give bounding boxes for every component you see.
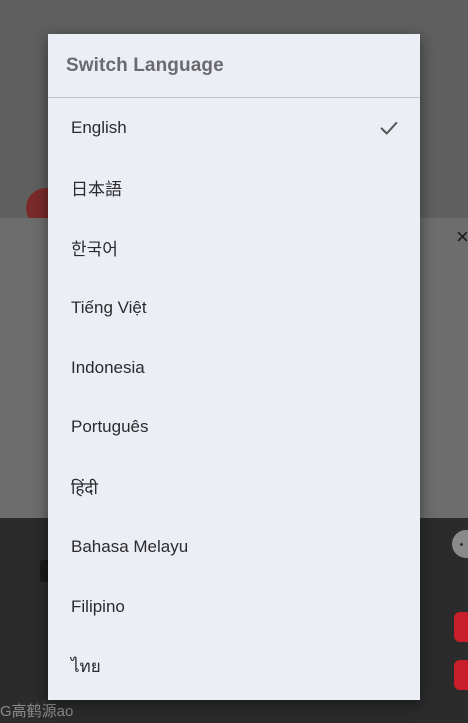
background-app-icon: [454, 612, 468, 642]
language-option-filipino[interactable]: Filipino: [48, 577, 420, 637]
language-label: Tiếng Việt: [71, 297, 147, 317]
language-label: Indonesia: [71, 357, 145, 377]
checkmark-icon: [380, 121, 398, 135]
language-label: Filipino: [71, 597, 125, 617]
switch-language-dialog: Switch Language English 日本語 한국어 Tiếng Vi…: [48, 34, 420, 700]
language-option-english[interactable]: English: [48, 98, 420, 158]
background-close-icon: ×: [456, 226, 468, 248]
background-app-icon: [454, 660, 468, 690]
language-option-hindi[interactable]: हिंदी: [48, 457, 420, 517]
dialog-header: Switch Language: [48, 34, 420, 98]
language-list: English 日本語 한국어 Tiếng Việt Indonesia Por…: [48, 98, 420, 697]
dialog-title: Switch Language: [66, 54, 224, 76]
language-option-malay[interactable]: Bahasa Melayu: [48, 517, 420, 577]
language-option-japanese[interactable]: 日本語: [48, 158, 420, 218]
language-label: ไทย: [71, 657, 101, 677]
language-label: 한국어: [71, 240, 118, 260]
language-label: Português: [71, 417, 149, 437]
language-option-thai[interactable]: ไทย: [48, 637, 420, 697]
language-label: 日本語: [71, 180, 122, 200]
language-option-portuguese[interactable]: Português: [48, 397, 420, 457]
language-label: हिंदी: [71, 478, 98, 498]
language-label: Bahasa Melayu: [71, 537, 189, 557]
language-label: English: [71, 117, 127, 137]
language-option-korean[interactable]: 한국어: [48, 218, 420, 278]
language-option-vietnamese[interactable]: Tiếng Việt: [48, 278, 420, 338]
background-caption: G高鹤源ao: [0, 703, 74, 720]
language-option-indonesian[interactable]: Indonesia: [48, 338, 420, 398]
